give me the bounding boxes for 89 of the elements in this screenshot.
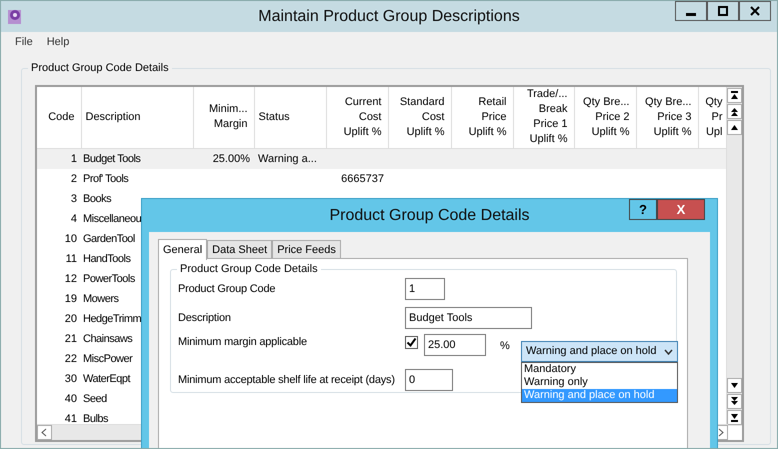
table-cell: MiscPower — [83, 352, 132, 364]
minimize-button[interactable] — [675, 1, 707, 21]
close-icon — [750, 6, 760, 16]
dropdown-value: Warning and place on hold — [526, 344, 656, 360]
vertical-scrollbar[interactable] — [726, 87, 742, 426]
scroll-down-button[interactable] — [727, 378, 742, 393]
table-cell: Mowers — [83, 292, 119, 304]
table-cell: Bulbs — [83, 412, 108, 424]
table-cell: Prof' Tools — [83, 172, 128, 184]
table-cell: HedgeTrimm — [83, 312, 142, 324]
double-up-arrow-icon — [730, 107, 739, 116]
column-header[interactable]: Current Cost Uplift % — [326, 87, 388, 148]
table-cell: 1 — [70, 152, 77, 164]
input-field[interactable]: 1 — [405, 278, 445, 300]
double-down-arrow-icon — [730, 397, 739, 406]
table-cell: 21 — [64, 332, 77, 344]
field-label: Minimum margin applicable — [178, 335, 308, 350]
input-field[interactable]: 25.00 — [424, 334, 486, 356]
table-cell: 3 — [70, 192, 77, 204]
app-icon — [7, 7, 23, 25]
menu-item[interactable]: File — [15, 34, 33, 50]
column-header[interactable]: Retail Price Uplift % — [451, 87, 513, 148]
tab[interactable]: General — [158, 239, 208, 260]
table-cell: 2 — [70, 172, 77, 184]
table-cell: 19 — [64, 292, 77, 304]
table-cell: 11 — [66, 252, 77, 264]
checkbox[interactable] — [405, 336, 418, 349]
percent-sign: % — [500, 339, 510, 354]
page-up-button[interactable] — [727, 104, 742, 119]
group-title: Product Group Code Details — [28, 61, 172, 75]
checkmark-icon — [406, 337, 417, 348]
table-cell: 22 — [64, 352, 77, 364]
table-cell: 6665737 — [341, 172, 384, 184]
arrow-to-bottom-icon — [730, 413, 739, 422]
dropdown-option[interactable]: Warning only — [522, 376, 677, 389]
column-header[interactable]: Qty Bre... Price 3 Uplift % — [636, 87, 698, 148]
column-header[interactable]: Status — [254, 87, 326, 148]
input-field[interactable]: 0 — [405, 369, 453, 391]
dialog-title: Product Group Code Details — [329, 206, 530, 226]
tab[interactable]: Data Sheet — [207, 240, 272, 259]
table-cell: Miscellaneou — [83, 212, 142, 224]
field-label: Minimum acceptable shelf life at receipt (days) — [178, 372, 396, 388]
table-cell: Seed — [83, 392, 107, 404]
column-header[interactable]: Code — [37, 87, 81, 148]
column-header[interactable]: Minim... Margin — [193, 87, 254, 148]
table-cell: WaterEqpt — [83, 372, 130, 384]
table-cell: Chainsaws — [83, 332, 132, 344]
table-cell: Warning a... — [258, 152, 317, 164]
table-cell: Budget Tools — [83, 152, 140, 164]
group-title: Product Group Code Details — [177, 262, 321, 276]
field-label: Product Group Code — [178, 282, 276, 297]
table-cell: Books — [83, 192, 112, 204]
column-header[interactable]: Standard Cost Uplift % — [388, 87, 451, 148]
dropdown[interactable]: Warning and place on hold — [521, 341, 678, 362]
column-header[interactable]: Description — [81, 87, 193, 148]
help-button[interactable]: ? — [629, 199, 657, 220]
table-cell: GardenTool — [83, 232, 135, 244]
table-cell: 40 — [64, 392, 77, 404]
page-down-button[interactable] — [727, 394, 742, 409]
scroll-up-button[interactable] — [727, 120, 742, 135]
close-button[interactable]: X — [657, 199, 705, 220]
up-arrow-icon — [730, 123, 739, 132]
tab[interactable]: Price Feeds — [272, 240, 341, 259]
dropdown-option[interactable]: Mandatory — [522, 363, 677, 376]
column-header[interactable]: Trade/... Break Price 1 Uplift % — [513, 87, 574, 148]
last-page-button[interactable] — [727, 410, 742, 425]
table-cell: 4 — [70, 212, 77, 224]
maximize-icon — [718, 6, 728, 16]
first-page-button[interactable] — [727, 88, 742, 103]
table-cell: 10 — [64, 232, 77, 244]
minimize-icon — [686, 12, 696, 16]
caret-icon — [664, 348, 673, 354]
column-header[interactable]: Qty Bre... Price 2 Uplift % — [574, 87, 636, 148]
scroll-left-button[interactable] — [37, 425, 52, 440]
field-label: Description — [178, 310, 232, 326]
down-arrow-icon — [730, 381, 739, 390]
table-cell: HandTools — [83, 252, 130, 264]
close-button[interactable] — [739, 1, 771, 21]
table-cell: 30 — [64, 372, 77, 384]
menu-item[interactable]: Help — [46, 34, 70, 50]
input-field[interactable]: Budget Tools — [405, 307, 532, 329]
table-cell: 12 — [64, 272, 77, 284]
table-cell: 20 — [64, 312, 77, 324]
table-cell: PowerTools — [83, 272, 135, 284]
table-cell: 41 — [64, 412, 77, 424]
table-cell: 25.00% — [212, 152, 250, 164]
maximize-button[interactable] — [707, 1, 739, 21]
window-title: Maintain Product Group Descriptions — [258, 8, 520, 24]
arrow-to-top-icon — [730, 91, 739, 100]
